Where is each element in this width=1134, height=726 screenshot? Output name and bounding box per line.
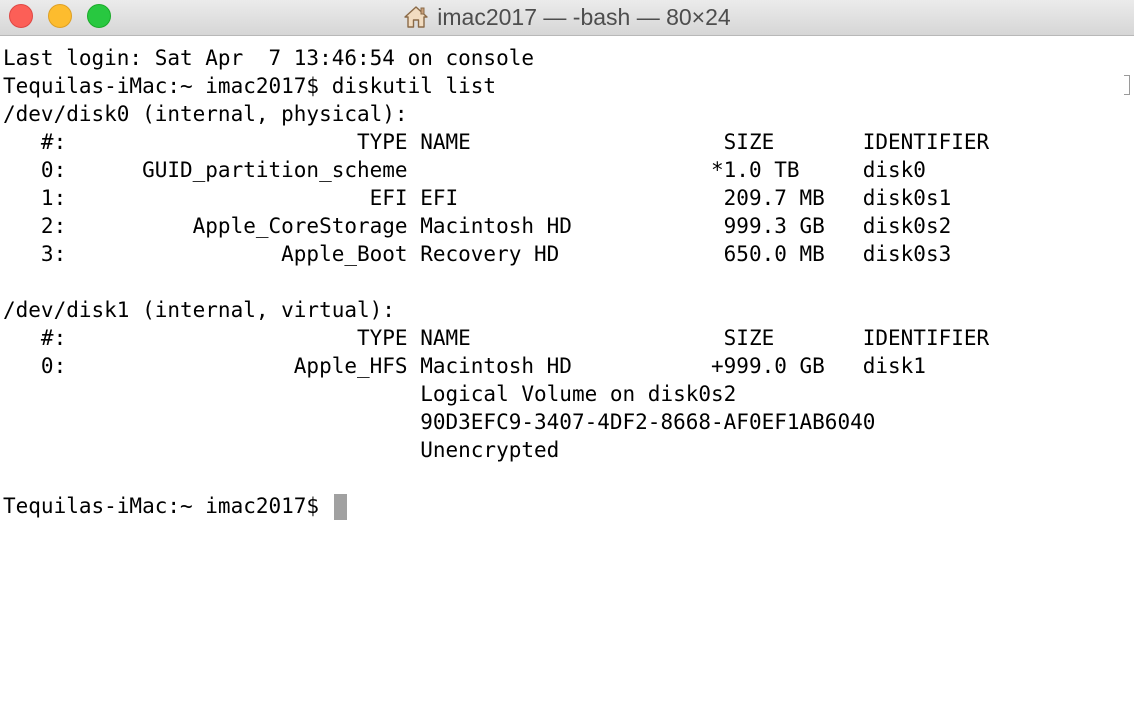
prompt-line[interactable]: Tequilas-iMac:~ imac2017$ [3,492,1123,520]
terminal-line: Unencrypted [3,438,560,462]
home-icon [404,6,428,28]
terminal-line: 1: EFI EFI 209.7 MB disk0s1 [3,186,952,210]
terminal-line: #: TYPE NAME SIZE IDENTIFIER [3,326,990,350]
terminal-window: imac2017 — -bash — 80×24 Last login: Sat… [0,0,1134,726]
window-title-group: imac2017 — -bash — 80×24 [0,0,1134,34]
terminal-line: #: TYPE NAME SIZE IDENTIFIER [3,130,990,154]
terminal-line: 0: GUID_partition_scheme *1.0 TB disk0 [3,158,926,182]
window-title: imac2017 — -bash — 80×24 [437,3,731,30]
scroll-marker [1124,75,1130,95]
prompt-text: Tequilas-iMac:~ imac2017$ [3,494,332,518]
terminal-output[interactable]: Last login: Sat Apr 7 13:46:54 on consol… [3,44,1123,720]
terminal-line: 0: Apple_HFS Macintosh HD +999.0 GB disk… [3,354,926,378]
terminal-line: 3: Apple_Boot Recovery HD 650.0 MB disk0… [3,242,952,266]
text-cursor [333,494,347,520]
terminal-line: Last login: Sat Apr 7 13:46:54 on consol… [3,46,535,70]
title-bar[interactable]: imac2017 — -bash — 80×24 [0,0,1134,36]
terminal-line: Logical Volume on disk0s2 [3,382,737,406]
terminal-line: 2: Apple_CoreStorage Macintosh HD 999.3 … [3,214,952,238]
terminal-line: /dev/disk1 (internal, virtual): [3,298,395,322]
terminal-line: Tequilas-iMac:~ imac2017$ diskutil list [3,74,497,98]
terminal-line: /dev/disk0 (internal, physical): [3,102,408,126]
terminal-line: 90D3EFC9-3407-4DF2-8668-AF0EF1AB6040 [3,410,876,434]
